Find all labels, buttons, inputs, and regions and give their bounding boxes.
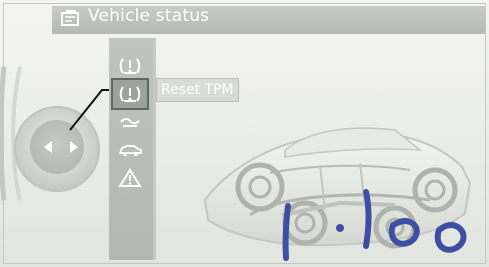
arrow-left-icon[interactable] — [44, 141, 52, 153]
warning-triangle-icon — [118, 168, 142, 187]
oil-level-icon — [120, 117, 140, 127]
document-icon — [61, 10, 79, 26]
menu-item-warning[interactable] — [113, 164, 147, 192]
menu-item-car[interactable] — [113, 136, 147, 164]
page-title: Vehicle status — [88, 6, 210, 26]
menu-item-tire-pressure[interactable] — [113, 52, 147, 80]
tire-pressure-icon — [119, 58, 141, 74]
car-icon — [118, 145, 142, 156]
watermark — [282, 189, 467, 261]
idrive-screen: Vehicle status Reset TPM — [0, 0, 489, 267]
arrow-right-icon[interactable] — [70, 141, 78, 153]
menu-item-reset-tpm[interactable] — [111, 78, 149, 110]
tire-pressure-icon — [119, 86, 141, 102]
menu-item-oil-level[interactable] — [113, 108, 147, 136]
